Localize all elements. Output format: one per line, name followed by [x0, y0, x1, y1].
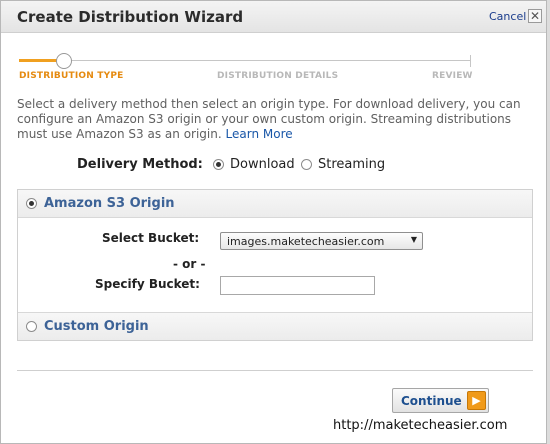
- intro-text: Select a delivery method then select an …: [17, 97, 532, 142]
- progress-track: [19, 60, 471, 61]
- create-distribution-dialog: Create Distribution Wizard Cancel ✕ DIST…: [0, 0, 547, 444]
- streaming-radio-label[interactable]: Streaming: [318, 157, 385, 172]
- dialog-titlebar: Create Distribution Wizard Cancel ✕: [1, 1, 546, 33]
- specify-bucket-label: Specify Bucket:: [95, 277, 200, 291]
- progress-current-step-marker: [56, 53, 72, 69]
- download-radio[interactable]: [213, 159, 224, 170]
- arrow-right-icon: ▶: [467, 391, 486, 410]
- step-distribution-type: DISTRIBUTION TYPE: [19, 71, 124, 81]
- cancel-link[interactable]: Cancel: [489, 10, 526, 23]
- watermark-url: http://maketecheasier.com: [330, 418, 511, 433]
- progress-completed-bar: [19, 59, 59, 62]
- streaming-radio[interactable]: [301, 159, 312, 170]
- custom-origin-radio[interactable]: [26, 321, 37, 332]
- bucket-select-value: images.maketecheasier.com: [227, 235, 385, 248]
- custom-origin-header[interactable]: Custom Origin: [18, 312, 532, 340]
- continue-label: Continue: [401, 394, 462, 408]
- chevron-down-icon: ▼: [410, 235, 417, 244]
- select-bucket-label: Select Bucket:: [102, 231, 200, 245]
- bucket-select[interactable]: images.maketecheasier.com ▼: [220, 232, 423, 250]
- progress-end-marker: [470, 55, 471, 67]
- s3-origin-radio[interactable]: [26, 198, 37, 209]
- step-distribution-details: DISTRIBUTION DETAILS: [217, 71, 339, 81]
- s3-origin-title[interactable]: Amazon S3 Origin: [44, 196, 175, 211]
- footer-divider: [17, 370, 533, 371]
- continue-button[interactable]: Continue ▶: [392, 388, 489, 413]
- download-radio-label[interactable]: Download: [230, 157, 295, 172]
- specify-bucket-input[interactable]: [220, 276, 375, 295]
- close-icon[interactable]: ✕: [528, 9, 542, 23]
- step-review: REVIEW: [432, 71, 473, 81]
- origin-panel: Amazon S3 Origin Custom Origin: [17, 189, 533, 341]
- custom-origin-title[interactable]: Custom Origin: [44, 319, 149, 334]
- learn-more-link[interactable]: Learn More: [226, 127, 293, 141]
- s3-origin-header[interactable]: Amazon S3 Origin: [18, 190, 532, 218]
- delivery-method-label: Delivery Method:: [77, 157, 203, 172]
- or-separator: - or -: [173, 257, 206, 271]
- dialog-title: Create Distribution Wizard: [17, 8, 244, 26]
